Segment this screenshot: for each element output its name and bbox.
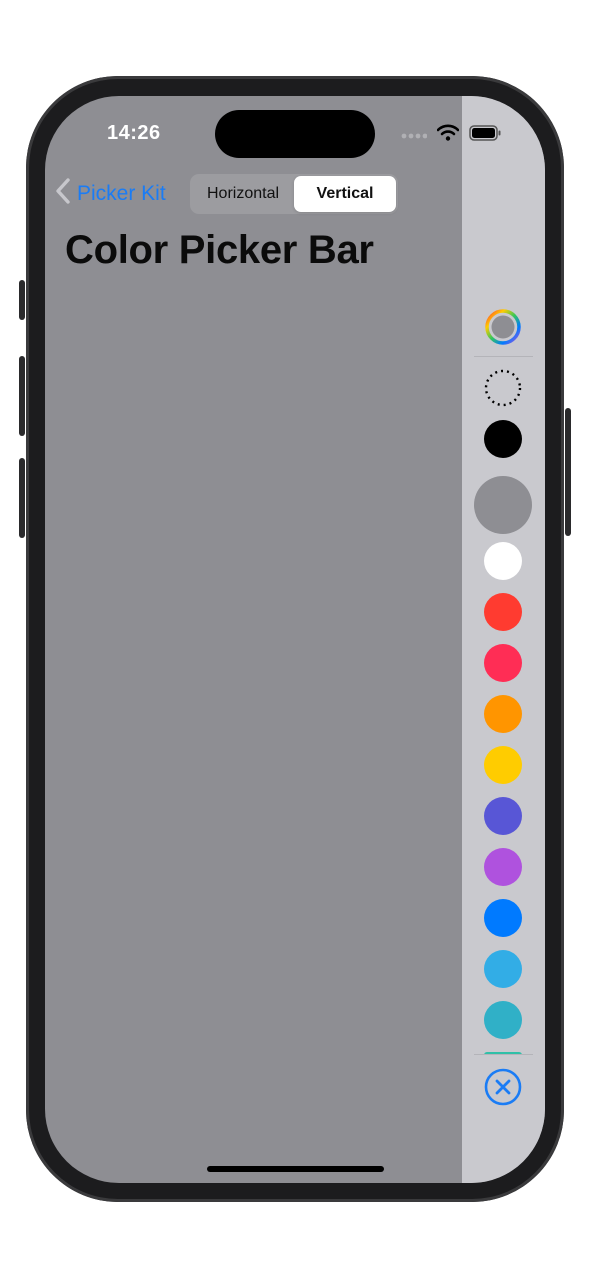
picker-divider-bottom <box>474 1054 533 1055</box>
page-title: Color Picker Bar <box>65 228 374 272</box>
volume-down-button <box>19 458 25 538</box>
color-picker-bar <box>462 96 545 1183</box>
color-swatch-black[interactable] <box>484 420 522 458</box>
volume-up-button <box>19 356 25 436</box>
dynamic-island <box>215 110 375 158</box>
color-swatch-yellow[interactable] <box>484 746 522 784</box>
signal-dots-icon <box>401 126 428 144</box>
color-swatch-red[interactable] <box>484 593 522 631</box>
color-swatch-cyan[interactable] <box>484 950 522 988</box>
color-swatch-gray[interactable] <box>474 476 532 534</box>
chevron-left-icon <box>55 178 71 210</box>
dashed-circle-icon <box>484 369 522 411</box>
power-button <box>565 408 571 536</box>
no-color-button[interactable] <box>484 369 522 407</box>
color-wheel-button[interactable] <box>484 308 522 346</box>
status-icons <box>401 124 501 146</box>
color-wheel-icon <box>484 309 522 350</box>
color-swatch-orange[interactable] <box>484 695 522 733</box>
home-indicator <box>207 1166 384 1172</box>
color-swatch-pink[interactable] <box>484 644 522 682</box>
back-button[interactable]: Picker Kit <box>55 178 166 210</box>
status-time: 14:26 <box>107 122 161 144</box>
clear-color-button[interactable] <box>484 1068 522 1106</box>
color-swatch-indigo[interactable] <box>484 797 522 835</box>
color-swatch-blue[interactable] <box>484 899 522 937</box>
action-button <box>19 280 25 320</box>
screen: 14:26 Picker Kit Horizontal Vertical Col… <box>45 96 545 1183</box>
orientation-segmented-control: Horizontal Vertical <box>190 174 398 214</box>
segment-horizontal[interactable]: Horizontal <box>192 176 294 212</box>
back-button-label: Picker Kit <box>77 182 166 205</box>
wifi-icon <box>436 124 460 146</box>
battery-icon <box>469 124 501 146</box>
color-swatch-white[interactable] <box>484 542 522 580</box>
color-swatch-purple[interactable] <box>484 848 522 886</box>
picker-divider-top <box>474 356 533 357</box>
color-swatch-teal[interactable] <box>484 1001 522 1039</box>
segment-vertical[interactable]: Vertical <box>294 176 396 212</box>
close-circle-icon <box>484 1068 522 1110</box>
